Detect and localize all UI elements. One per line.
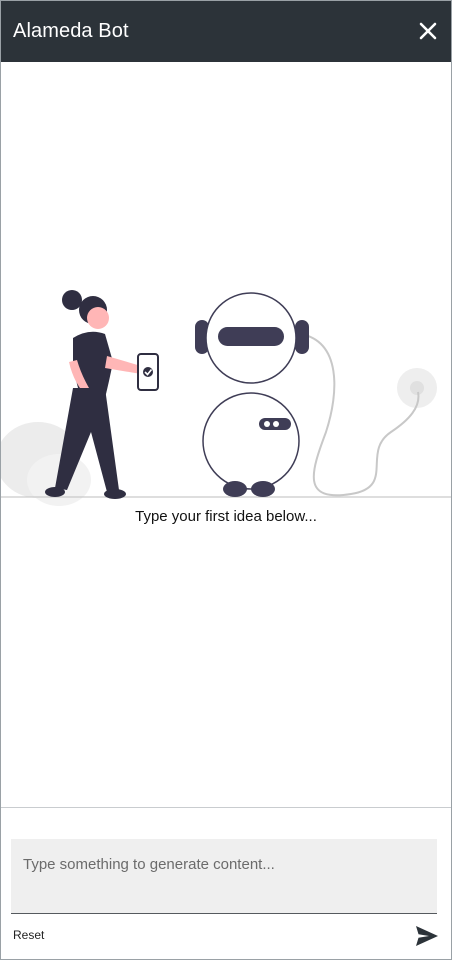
chat-title: Alameda Bot bbox=[13, 20, 129, 42]
composer-divider bbox=[1, 807, 451, 808]
message-input-container bbox=[11, 839, 437, 914]
reset-button[interactable]: Reset bbox=[13, 928, 44, 942]
message-input[interactable] bbox=[11, 839, 437, 913]
chat-window: Alameda Bot Type your first idea below..… bbox=[0, 0, 452, 960]
close-icon[interactable] bbox=[417, 20, 439, 42]
chat-message-area: Type your first idea below... bbox=[1, 62, 451, 807]
empty-state-prompt: Type your first idea below... bbox=[135, 508, 317, 525]
chat-header: Alameda Bot bbox=[1, 1, 451, 62]
send-icon[interactable] bbox=[415, 925, 439, 947]
robot-illustration bbox=[1, 290, 451, 506]
